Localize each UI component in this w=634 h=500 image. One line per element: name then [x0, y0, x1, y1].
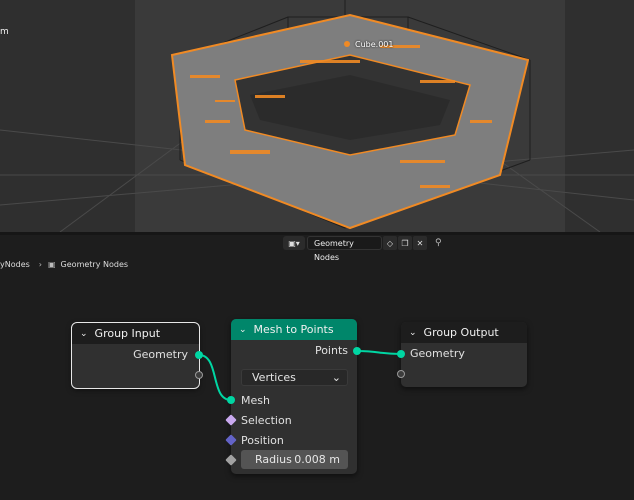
socket-label-geometry: Geometry: [410, 347, 465, 360]
node-header[interactable]: ⌄ Mesh to Points: [231, 319, 357, 340]
node-header[interactable]: ⌄ Group Output: [401, 322, 527, 343]
chevron-down-icon: ⌄: [331, 371, 341, 384]
socket-label-geometry: Geometry: [133, 348, 188, 361]
breadcrumb: yNodes › ▣ Geometry Nodes: [0, 260, 128, 269]
socket-label-mesh: Mesh: [241, 394, 270, 407]
node-group-selector: ▣▾ Geometry Nodes ◇ ❐ ✕ ⚲: [283, 236, 442, 262]
breadcrumb-separator: ›: [38, 260, 42, 269]
group-input-node[interactable]: ⌄ Group Input Geometry: [71, 322, 203, 389]
breadcrumb-item-modifier[interactable]: yNodes: [0, 260, 30, 269]
link-points-to-geometry: [356, 350, 402, 355]
radius-field[interactable]: Radius 0.008 m: [241, 450, 348, 469]
node-header[interactable]: ⌄ Group Input: [72, 323, 199, 344]
empty-input-socket[interactable]: [397, 370, 405, 378]
chevron-down-icon[interactable]: ⌄: [80, 329, 88, 339]
unlink-icon[interactable]: ✕: [413, 236, 427, 250]
node-tree-icon: ▣: [47, 260, 56, 269]
node-editor-icon[interactable]: ▣▾: [283, 236, 305, 250]
breadcrumb-item-node-group[interactable]: Geometry Nodes: [61, 260, 128, 269]
chevron-down-icon[interactable]: ⌄: [239, 325, 247, 335]
points-output-socket[interactable]: [353, 347, 361, 355]
node-title: Group Output: [423, 326, 499, 339]
3d-viewport[interactable]: m Cube.001: [0, 0, 634, 232]
object-origin-icon: [344, 41, 350, 47]
socket-label-points: Points: [314, 344, 348, 357]
mode-dropdown-value: Vertices: [252, 371, 296, 384]
socket-label-position: Position: [241, 434, 284, 447]
duplicate-icon[interactable]: ❐: [398, 236, 412, 250]
radius-label: Radius: [255, 453, 292, 466]
geometry-output-socket[interactable]: [195, 351, 203, 359]
fake-user-shield-icon[interactable]: ◇: [383, 236, 397, 250]
node-title: Group Input: [94, 327, 161, 340]
castle-mesh: [170, 13, 530, 230]
node-group-name-field[interactable]: Geometry Nodes: [307, 236, 382, 262]
object-name-label: Cube.001: [355, 40, 394, 49]
chevron-down-icon[interactable]: ⌄: [409, 328, 417, 338]
radius-input-socket[interactable]: [225, 454, 237, 466]
position-input-socket[interactable]: [225, 434, 237, 446]
link-geometry-to-mesh: [198, 354, 232, 401]
radius-value: 0.008 m: [294, 453, 340, 466]
socket-label-selection: Selection: [241, 414, 292, 427]
node-title: Mesh to Points: [253, 323, 334, 336]
group-output-node[interactable]: ⌄ Group Output Geometry: [397, 322, 527, 387]
mode-dropdown[interactable]: Vertices ⌄: [241, 369, 348, 386]
geometry-input-socket[interactable]: [397, 350, 405, 358]
pin-icon[interactable]: ⚲: [435, 238, 442, 248]
selection-input-socket[interactable]: [225, 414, 237, 426]
mesh-to-points-node[interactable]: ⌄ Mesh to Points Points Vertices ⌄ Mesh …: [225, 319, 361, 474]
mesh-input-socket[interactable]: [227, 396, 235, 404]
scene-render: [0, 0, 634, 232]
empty-output-socket[interactable]: [195, 371, 203, 379]
